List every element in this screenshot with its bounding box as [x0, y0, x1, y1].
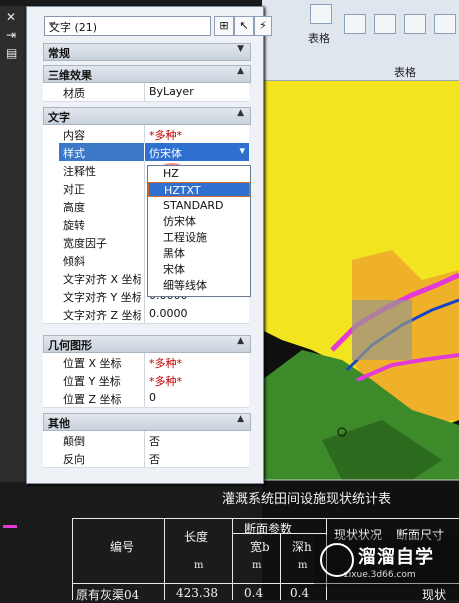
prop-row-align-z[interactable]: 文字对齐 Z 坐标 0.0000 — [43, 305, 249, 324]
table-tool-icon[interactable] — [310, 4, 332, 24]
prop-key: 位置 Z 坐标 — [63, 393, 122, 406]
collapse-icon: ▲ — [237, 108, 244, 118]
table-title: 灌溉系统田间设施现状统计表 — [222, 492, 392, 507]
header-depth: 深h — [292, 540, 312, 554]
chevron-down-icon[interactable]: ▾ — [239, 144, 245, 157]
prop-row-pos-x[interactable]: 位置 X 坐标 *多种* — [43, 353, 249, 372]
style-option[interactable]: 细等线体 — [148, 278, 250, 293]
unit-length: m — [194, 560, 204, 571]
ribbon-tool-icon[interactable] — [404, 14, 426, 34]
prop-key: 颠倒 — [63, 435, 85, 448]
section-3d[interactable]: 三维效果 ▲ — [43, 65, 251, 83]
prop-value[interactable]: 0.0000 — [149, 307, 188, 320]
toggle-pickadd-icon[interactable]: ⊞ — [214, 16, 234, 36]
prop-row-pos-y[interactable]: 位置 Y 坐标 *多种* — [43, 371, 249, 390]
section-title: 几何图形 — [48, 339, 92, 352]
cell-status: 现状 — [422, 588, 447, 602]
cell-length: 423.38 — [176, 586, 218, 600]
prop-value[interactable]: *多种* — [149, 127, 182, 143]
prop-value[interactable]: 0 — [149, 391, 156, 404]
palette-handle[interactable]: ✕ ⇥ ▤ — [0, 6, 26, 482]
prop-row-style[interactable]: 样式 仿宋体 ▾ — [43, 143, 249, 162]
header-length: 长度 — [184, 530, 209, 544]
prop-key: 反向 — [63, 453, 85, 466]
prop-key: 样式 — [63, 147, 85, 160]
prop-key: 倾斜 — [63, 255, 85, 268]
ribbon-group-label: 表格 — [394, 66, 416, 79]
section-title: 文字 — [48, 111, 70, 124]
ribbon-tool-icon[interactable] — [434, 14, 456, 34]
style-dropdown-list[interactable]: HZ HZTXT STANDARD 仿宋体 工程设施 黑体 宋体 细等线体 — [147, 165, 251, 297]
watermark-url: zixue.3d66.com — [344, 570, 416, 580]
expand-icon: ▼ — [237, 44, 244, 54]
prop-key: 对正 — [63, 183, 85, 196]
prop-key: 文字对齐 Y 坐标 — [63, 291, 141, 304]
properties-icon[interactable]: ▤ — [6, 46, 17, 60]
prop-key: 注释性 — [63, 165, 96, 178]
unit-width: m — [252, 560, 262, 571]
prop-key: 宽度因子 — [63, 237, 107, 250]
prop-row-material[interactable]: 材质 ByLayer — [43, 83, 249, 102]
section-misc[interactable]: 其他 ▲ — [43, 413, 251, 431]
magenta-mark — [3, 525, 17, 528]
section-general[interactable]: 常规 ▼ — [43, 43, 251, 61]
style-option[interactable]: 工程设施 — [148, 230, 250, 245]
unit-depth: m — [298, 560, 308, 571]
section-geometry[interactable]: 几何图形 ▲ — [43, 335, 251, 353]
cell-width: 0.4 — [244, 586, 264, 600]
prop-value[interactable]: *多种* — [149, 373, 182, 389]
prop-key: 内容 — [63, 129, 85, 142]
prop-value[interactable]: ByLayer — [149, 85, 194, 98]
header-id: 编号 — [110, 540, 135, 554]
close-icon[interactable]: ✕ — [6, 10, 16, 24]
prop-key: 位置 X 坐标 — [63, 357, 122, 370]
cell-depth: 0.4 — [290, 586, 310, 600]
collapse-icon: ▲ — [237, 336, 244, 346]
style-option[interactable]: HZ — [148, 166, 250, 181]
style-option[interactable]: 仿宋体 — [148, 214, 250, 229]
table-button-label[interactable]: 表格 — [308, 30, 330, 46]
header-width: 宽b — [250, 540, 270, 554]
prop-key: 文字对齐 Z 坐标 — [63, 309, 141, 322]
collapse-icon: ▲ — [237, 66, 244, 76]
ribbon-tool-icon[interactable] — [344, 14, 366, 34]
collapse-icon: ▲ — [237, 414, 244, 424]
quick-select-icon[interactable]: ⚡ — [254, 16, 272, 36]
chevron-down-icon: ▾ — [49, 18, 55, 31]
prop-key: 位置 Y 坐标 — [63, 375, 121, 388]
style-option[interactable]: STANDARD — [148, 198, 250, 213]
prop-row-pos-z[interactable]: 位置 Z 坐标 0 — [43, 389, 249, 408]
prop-row-contents[interactable]: 内容 *多种* — [43, 125, 249, 144]
select-objects-icon[interactable]: ↖ — [234, 16, 254, 36]
autohide-icon[interactable]: ⇥ — [6, 28, 16, 42]
prop-value[interactable]: 否 — [149, 451, 160, 467]
style-option[interactable]: 黑体 — [148, 246, 250, 261]
ribbon-tool-icon[interactable] — [374, 14, 396, 34]
header-section: 断面参数 — [244, 522, 293, 536]
style-select[interactable]: 仿宋体 — [149, 145, 182, 161]
section-text[interactable]: 文字 ▲ — [43, 107, 251, 125]
prop-key: 高度 — [63, 201, 85, 214]
object-type-select[interactable]: 文字 (21) ▾ — [44, 16, 211, 36]
section-title: 其他 — [48, 417, 70, 430]
prop-key: 文字对齐 X 坐标 — [63, 273, 141, 286]
watermark-name: 溜溜自学 — [358, 547, 434, 568]
prop-row-backward[interactable]: 反向 否 — [43, 449, 249, 468]
ribbon-panel: 表格 表格 — [262, 0, 459, 81]
prop-value[interactable]: 否 — [149, 433, 160, 449]
prop-value[interactable]: *多种* — [149, 355, 182, 371]
section-title: 三维效果 — [48, 69, 92, 82]
style-option[interactable]: 宋体 — [148, 262, 250, 277]
cell-id: 原有灰渠04 — [76, 588, 140, 602]
watermark: 溜溜自学 zixue.3d66.com — [314, 535, 459, 587]
prop-row-upside-down[interactable]: 颠倒 否 — [43, 431, 249, 450]
section-title: 常规 — [48, 47, 70, 60]
style-option-selected[interactable]: HZTXT — [148, 182, 250, 197]
prop-key: 材质 — [63, 87, 85, 100]
prop-key: 旋转 — [63, 219, 85, 232]
